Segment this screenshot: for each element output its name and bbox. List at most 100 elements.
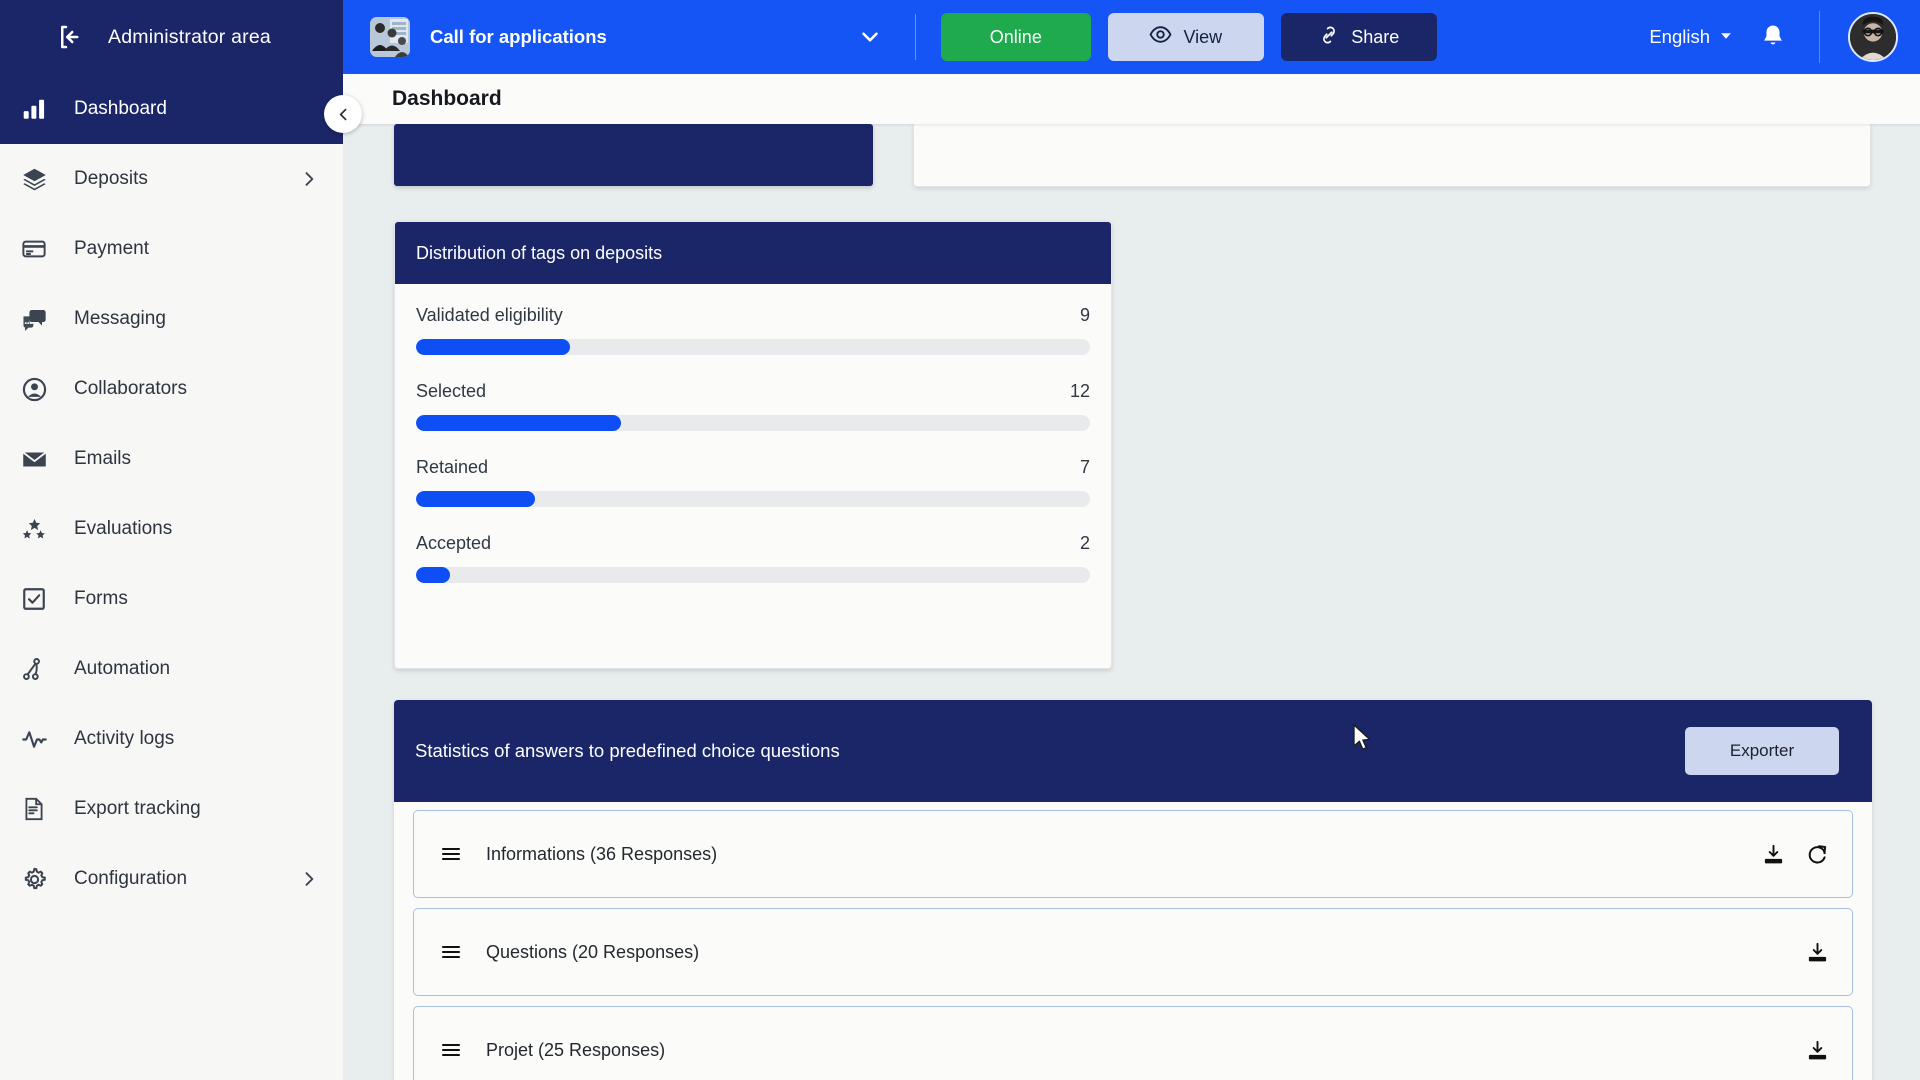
sidebar-item-label: Activity logs (74, 728, 175, 749)
main-content: Distribution of tags on deposits Validat… (343, 124, 1920, 1080)
tags-card-header: Distribution of tags on deposits (395, 222, 1111, 284)
administrator-area-label: Administrator area (108, 25, 271, 48)
share-label: Share (1351, 26, 1400, 47)
top-cards-row (343, 124, 1920, 187)
bell-icon[interactable] (1759, 22, 1789, 52)
list-item-label: Projet (25 Responses) (486, 1039, 666, 1060)
view-label: View (1183, 26, 1223, 47)
row-actions (1804, 939, 1830, 965)
sidebar-item-automation[interactable]: Automation (0, 634, 343, 704)
page-title: Dashboard (392, 87, 502, 110)
row-actions (1804, 1037, 1830, 1063)
credit-card-icon (14, 232, 54, 266)
sidebar-item-forms[interactable]: Forms (0, 564, 343, 634)
layers-icon (14, 162, 54, 196)
sidebar-item-dashboard[interactable]: Dashboard (0, 74, 343, 144)
language-selector[interactable]: English (1649, 26, 1733, 48)
top-bar: Administrator area Call for applications (0, 0, 1920, 74)
divider (914, 14, 916, 60)
drag-handle-icon[interactable] (438, 939, 464, 965)
tag-value: 7 (1079, 457, 1090, 477)
tags-distribution-card: Distribution of tags on deposits Validat… (394, 221, 1112, 669)
tag-bar-track (416, 339, 1090, 355)
page-header: Dashboard (343, 74, 1920, 124)
tag-bar-track (416, 491, 1090, 507)
link-icon (1318, 24, 1340, 51)
list-item[interactable]: Informations (36 Responses) (413, 810, 1853, 898)
divider (1819, 11, 1820, 63)
list-item-label: Questions (20 Responses) (486, 941, 700, 962)
project-thumbnail (370, 17, 410, 57)
tag-label: Validated eligibility (416, 305, 563, 325)
statistics-title: Statistics of answers to predefined choi… (415, 740, 840, 761)
sidebar-item-evaluations[interactable]: Evaluations (0, 494, 343, 564)
sidebar-item-export-tracking[interactable]: Export tracking (0, 774, 343, 844)
chevron-right-icon (299, 869, 319, 889)
sidebar-item-label: Payment (74, 238, 149, 259)
tag-label: Selected (416, 381, 487, 401)
list-item-label: Informations (36 Responses) (486, 843, 718, 864)
download-icon[interactable] (1804, 1037, 1830, 1063)
card-stub-navy (394, 124, 873, 186)
online-status-button[interactable]: Online (940, 13, 1091, 61)
sidebar-item-label: Automation (74, 658, 171, 679)
tag-bar-fill (416, 491, 536, 507)
export-button[interactable]: Exporter (1685, 727, 1839, 775)
sidebar-item-activity-logs[interactable]: Activity logs (0, 704, 343, 774)
row-actions (1760, 841, 1830, 867)
statistics-card: Statistics of answers to predefined choi… (394, 700, 1872, 1080)
tag-value: 2 (1079, 533, 1090, 553)
sidebar-item-emails[interactable]: Emails (0, 424, 343, 494)
pulse-icon (14, 722, 54, 756)
sidebar: Dashboard Deposits Payment Messaging Col… (0, 74, 343, 1080)
administrator-area-button[interactable]: Administrator area (0, 0, 343, 74)
tag-bar-fill (416, 339, 570, 355)
list-item[interactable]: Projet (25 Responses) (413, 1006, 1853, 1080)
sidebar-collapse-button[interactable] (324, 95, 362, 133)
document-icon (14, 792, 54, 826)
tag-label: Retained (416, 457, 489, 477)
download-icon[interactable] (1804, 939, 1830, 965)
sidebar-item-messaging[interactable]: Messaging (0, 284, 343, 354)
chevron-down-icon[interactable] (857, 24, 883, 50)
tag-value: 12 (1069, 381, 1090, 401)
user-circle-icon (14, 372, 54, 406)
drag-handle-icon[interactable] (438, 1037, 464, 1063)
tag-bar-row: Validated eligibility 9 (416, 305, 1090, 355)
tag-bar-row: Selected 12 (416, 381, 1090, 431)
card-stub-white (913, 124, 1871, 187)
tags-chart-body: Validated eligibility 9 Selected 12 Reta… (395, 284, 1111, 583)
drag-handle-icon[interactable] (438, 841, 464, 867)
sidebar-item-deposits[interactable]: Deposits (0, 144, 343, 214)
view-button[interactable]: View (1107, 13, 1264, 61)
sidebar-item-payment[interactable]: Payment (0, 214, 343, 284)
sidebar-item-configuration[interactable]: Configuration (0, 844, 343, 914)
sidebar-item-label: Dashboard (74, 98, 167, 119)
sidebar-item-label: Forms (74, 588, 128, 609)
sidebar-item-label: Export tracking (74, 798, 201, 819)
sidebar-item-label: Emails (74, 448, 132, 469)
eye-icon (1149, 23, 1172, 51)
node-graph-icon (14, 652, 54, 686)
tag-bar-row: Retained 7 (416, 457, 1090, 507)
download-icon[interactable] (1760, 841, 1786, 867)
sidebar-item-label: Configuration (74, 868, 188, 889)
share-button[interactable]: Share (1280, 13, 1437, 61)
refresh-icon[interactable] (1804, 841, 1830, 867)
chat-bubble-icon (14, 302, 54, 336)
tag-bar-fill (416, 415, 621, 431)
bar-chart-icon (14, 92, 54, 126)
list-item[interactable]: Questions (20 Responses) (413, 908, 1853, 996)
tags-card-title: Distribution of tags on deposits (416, 242, 663, 263)
tag-bar-row: Accepted 2 (416, 533, 1090, 583)
language-label: English (1649, 26, 1710, 47)
tag-value: 9 (1079, 305, 1090, 325)
sidebar-item-label: Messaging (74, 308, 166, 329)
statistics-rows: Informations (36 Responses) Questions (2… (394, 802, 1872, 1080)
project-name: Call for applications (430, 26, 607, 47)
avatar[interactable] (1848, 12, 1898, 62)
gear-icon (14, 862, 54, 896)
sidebar-item-label: Collaborators (74, 378, 187, 399)
exit-arrow-icon (56, 22, 86, 52)
sidebar-item-collaborators[interactable]: Collaborators (0, 354, 343, 424)
